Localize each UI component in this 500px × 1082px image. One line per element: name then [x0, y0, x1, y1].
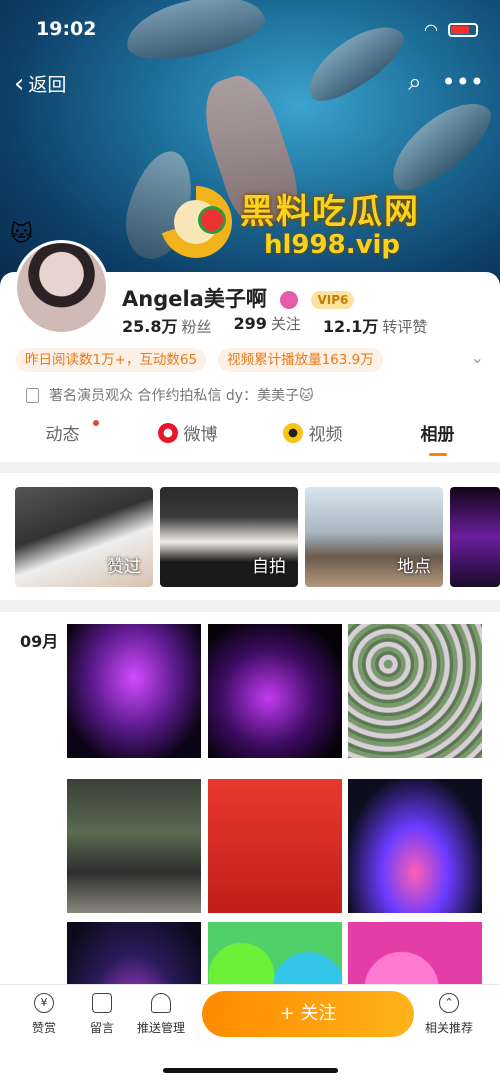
album-selfie[interactable]: 自拍 — [160, 487, 298, 587]
related-recommend-button[interactable]: ⌃ 相关推荐 — [414, 993, 484, 1036]
status-time: 19:02 — [36, 18, 97, 40]
stat-followers[interactable]: 25.8万 粉丝 — [122, 313, 212, 337]
chevron-left-icon: ‹ — [14, 68, 25, 99]
stat-following[interactable]: 299 关注 — [234, 313, 301, 337]
profile-chips: 昨日阅读数1万+，互动数65 视频累计播放量163.9万 — [16, 348, 383, 372]
tab-video[interactable]: 视频 — [250, 420, 375, 462]
profile-page: 19:02 ◠ ‹ 返回 ⌕ ••• 黑料吃瓜网 hl998.vip 🐱 Ang… — [0, 0, 500, 1082]
push-settings-button[interactable]: 推送管理 — [126, 993, 196, 1036]
grid-photo[interactable] — [208, 624, 342, 758]
more-icon[interactable]: ••• — [442, 68, 484, 96]
verified-badge-icon[interactable] — [280, 291, 299, 309]
watermark-title: 黑料吃瓜网 — [240, 192, 420, 232]
chevron-down-icon[interactable]: ⌄ — [471, 348, 484, 367]
document-icon — [26, 387, 39, 403]
watermelon-icon — [198, 206, 226, 234]
vip-badge[interactable]: VIP6 — [311, 291, 355, 309]
status-bar: 19:02 ◠ — [0, 0, 500, 54]
profile-tabs: 动态 微博 视频 相册 — [0, 420, 500, 462]
tab-weibo[interactable]: 微博 — [125, 420, 250, 462]
follow-button[interactable]: + 关注 — [202, 991, 414, 1037]
grid-photo[interactable] — [67, 624, 201, 758]
album-more[interactable] — [450, 487, 500, 587]
cat-decoration-icon: 🐱 — [10, 222, 33, 247]
grid-photo[interactable] — [348, 922, 482, 992]
chip-reading[interactable]: 昨日阅读数1万+，互动数65 — [16, 348, 207, 372]
avatar[interactable] — [14, 240, 109, 335]
watermark-url: hl998.vip — [264, 230, 401, 260]
weibo-icon — [157, 423, 178, 443]
tab-album[interactable]: 相册 — [375, 420, 500, 462]
search-icon[interactable]: ⌕ — [408, 68, 421, 96]
grid-photo[interactable] — [208, 779, 342, 913]
stat-likes[interactable]: 12.1万 转评赞 — [323, 313, 428, 337]
recommend-icon: ⌃ — [439, 993, 459, 1013]
reward-icon: ¥ — [34, 993, 54, 1013]
album-row: 赞过 自拍 地点 — [0, 473, 500, 600]
grid-photo[interactable] — [67, 922, 201, 992]
video-icon — [282, 423, 303, 443]
chip-video-plays[interactable]: 视频累计播放量163.9万 — [218, 348, 383, 372]
back-button[interactable]: ‹ 返回 — [14, 70, 66, 97]
watermark: 黑料吃瓜网 hl998.vip — [160, 184, 440, 264]
notification-dot — [93, 420, 99, 426]
profile-bio[interactable]: 著名演员观众 合作约拍私信 dy：美美子🐱 — [26, 385, 314, 405]
photo-grid: 09月 — [0, 612, 500, 992]
profile-name-row: Angela美子啊 VIP6 — [122, 283, 355, 313]
battery-icon — [448, 22, 478, 37]
bio-text: 著名演员观众 合作约拍私信 dy：美美子🐱 — [49, 388, 314, 404]
bell-icon — [151, 993, 171, 1013]
tab-dynamics[interactable]: 动态 — [0, 420, 125, 462]
home-indicator[interactable] — [163, 1068, 338, 1073]
wifi-icon: ◠ — [424, 20, 438, 39]
profile-name: Angela美子啊 — [122, 287, 267, 311]
grid-photo[interactable] — [67, 779, 201, 913]
album-liked[interactable]: 赞过 — [15, 487, 153, 587]
album-location[interactable]: 地点 — [305, 487, 443, 587]
profile-stats: 25.8万 粉丝 299 关注 12.1万 转评赞 — [122, 313, 427, 337]
month-label: 09月 — [20, 632, 59, 651]
grid-photo[interactable] — [348, 624, 482, 758]
back-label: 返回 — [28, 74, 67, 96]
grid-photo[interactable] — [208, 922, 342, 992]
avatar-image — [17, 243, 106, 332]
message-icon — [92, 993, 112, 1013]
grid-photo[interactable] — [348, 779, 482, 913]
